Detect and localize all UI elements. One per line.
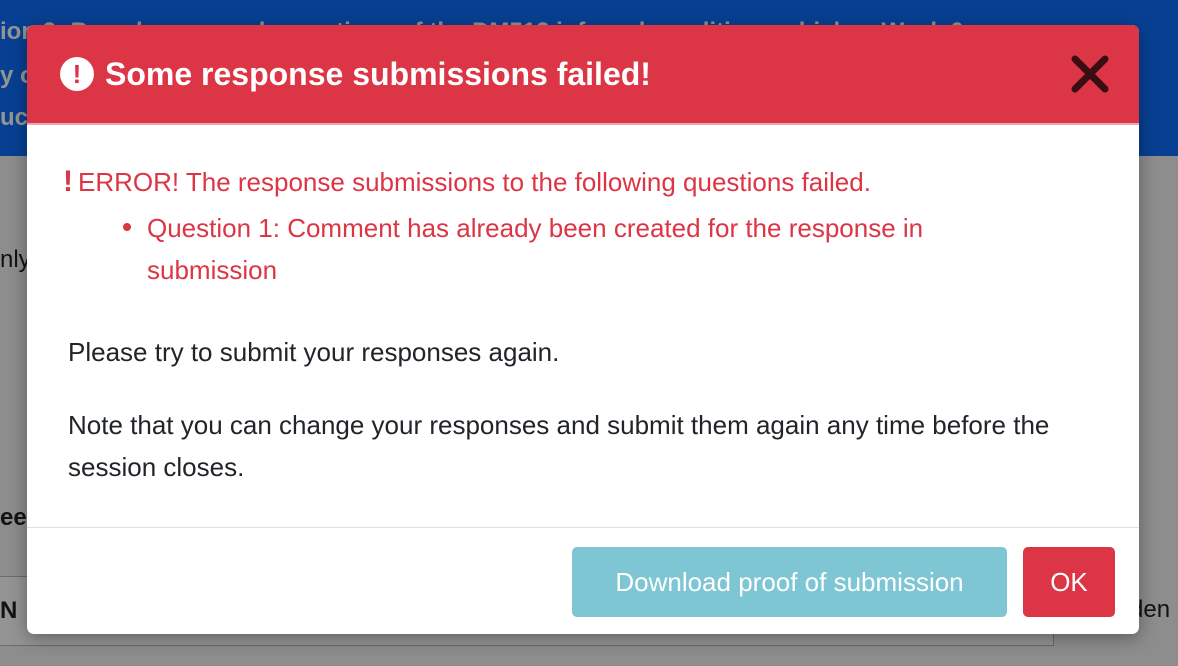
modal-footer: Download proof of submission OK	[27, 527, 1139, 634]
close-button[interactable]	[1067, 51, 1113, 97]
modal-title: Some response submissions failed!	[105, 56, 651, 92]
error-list-item: Question 1: Comment has already been cre…	[123, 207, 1047, 291]
ok-button[interactable]: OK	[1023, 547, 1115, 617]
error-heading-text: ERROR! The response submissions to the f…	[78, 167, 871, 197]
error-heading: ! ERROR! The response submissions to the …	[63, 165, 871, 199]
download-proof-button[interactable]: Download proof of submission	[572, 547, 1007, 617]
error-list: Question 1: Comment has already been cre…	[123, 207, 1047, 291]
modal-header: ! Some response submissions failed!	[27, 25, 1139, 125]
error-modal: ! Some response submissions failed! ! ERR…	[27, 25, 1139, 634]
note-text: Note that you can change your responses …	[68, 410, 1050, 482]
exclamation-circle-icon: !	[60, 57, 94, 91]
close-icon	[1071, 55, 1109, 93]
exclamation-icon: !	[63, 165, 73, 198]
retry-text: Please try to submit your responses agai…	[68, 337, 560, 367]
